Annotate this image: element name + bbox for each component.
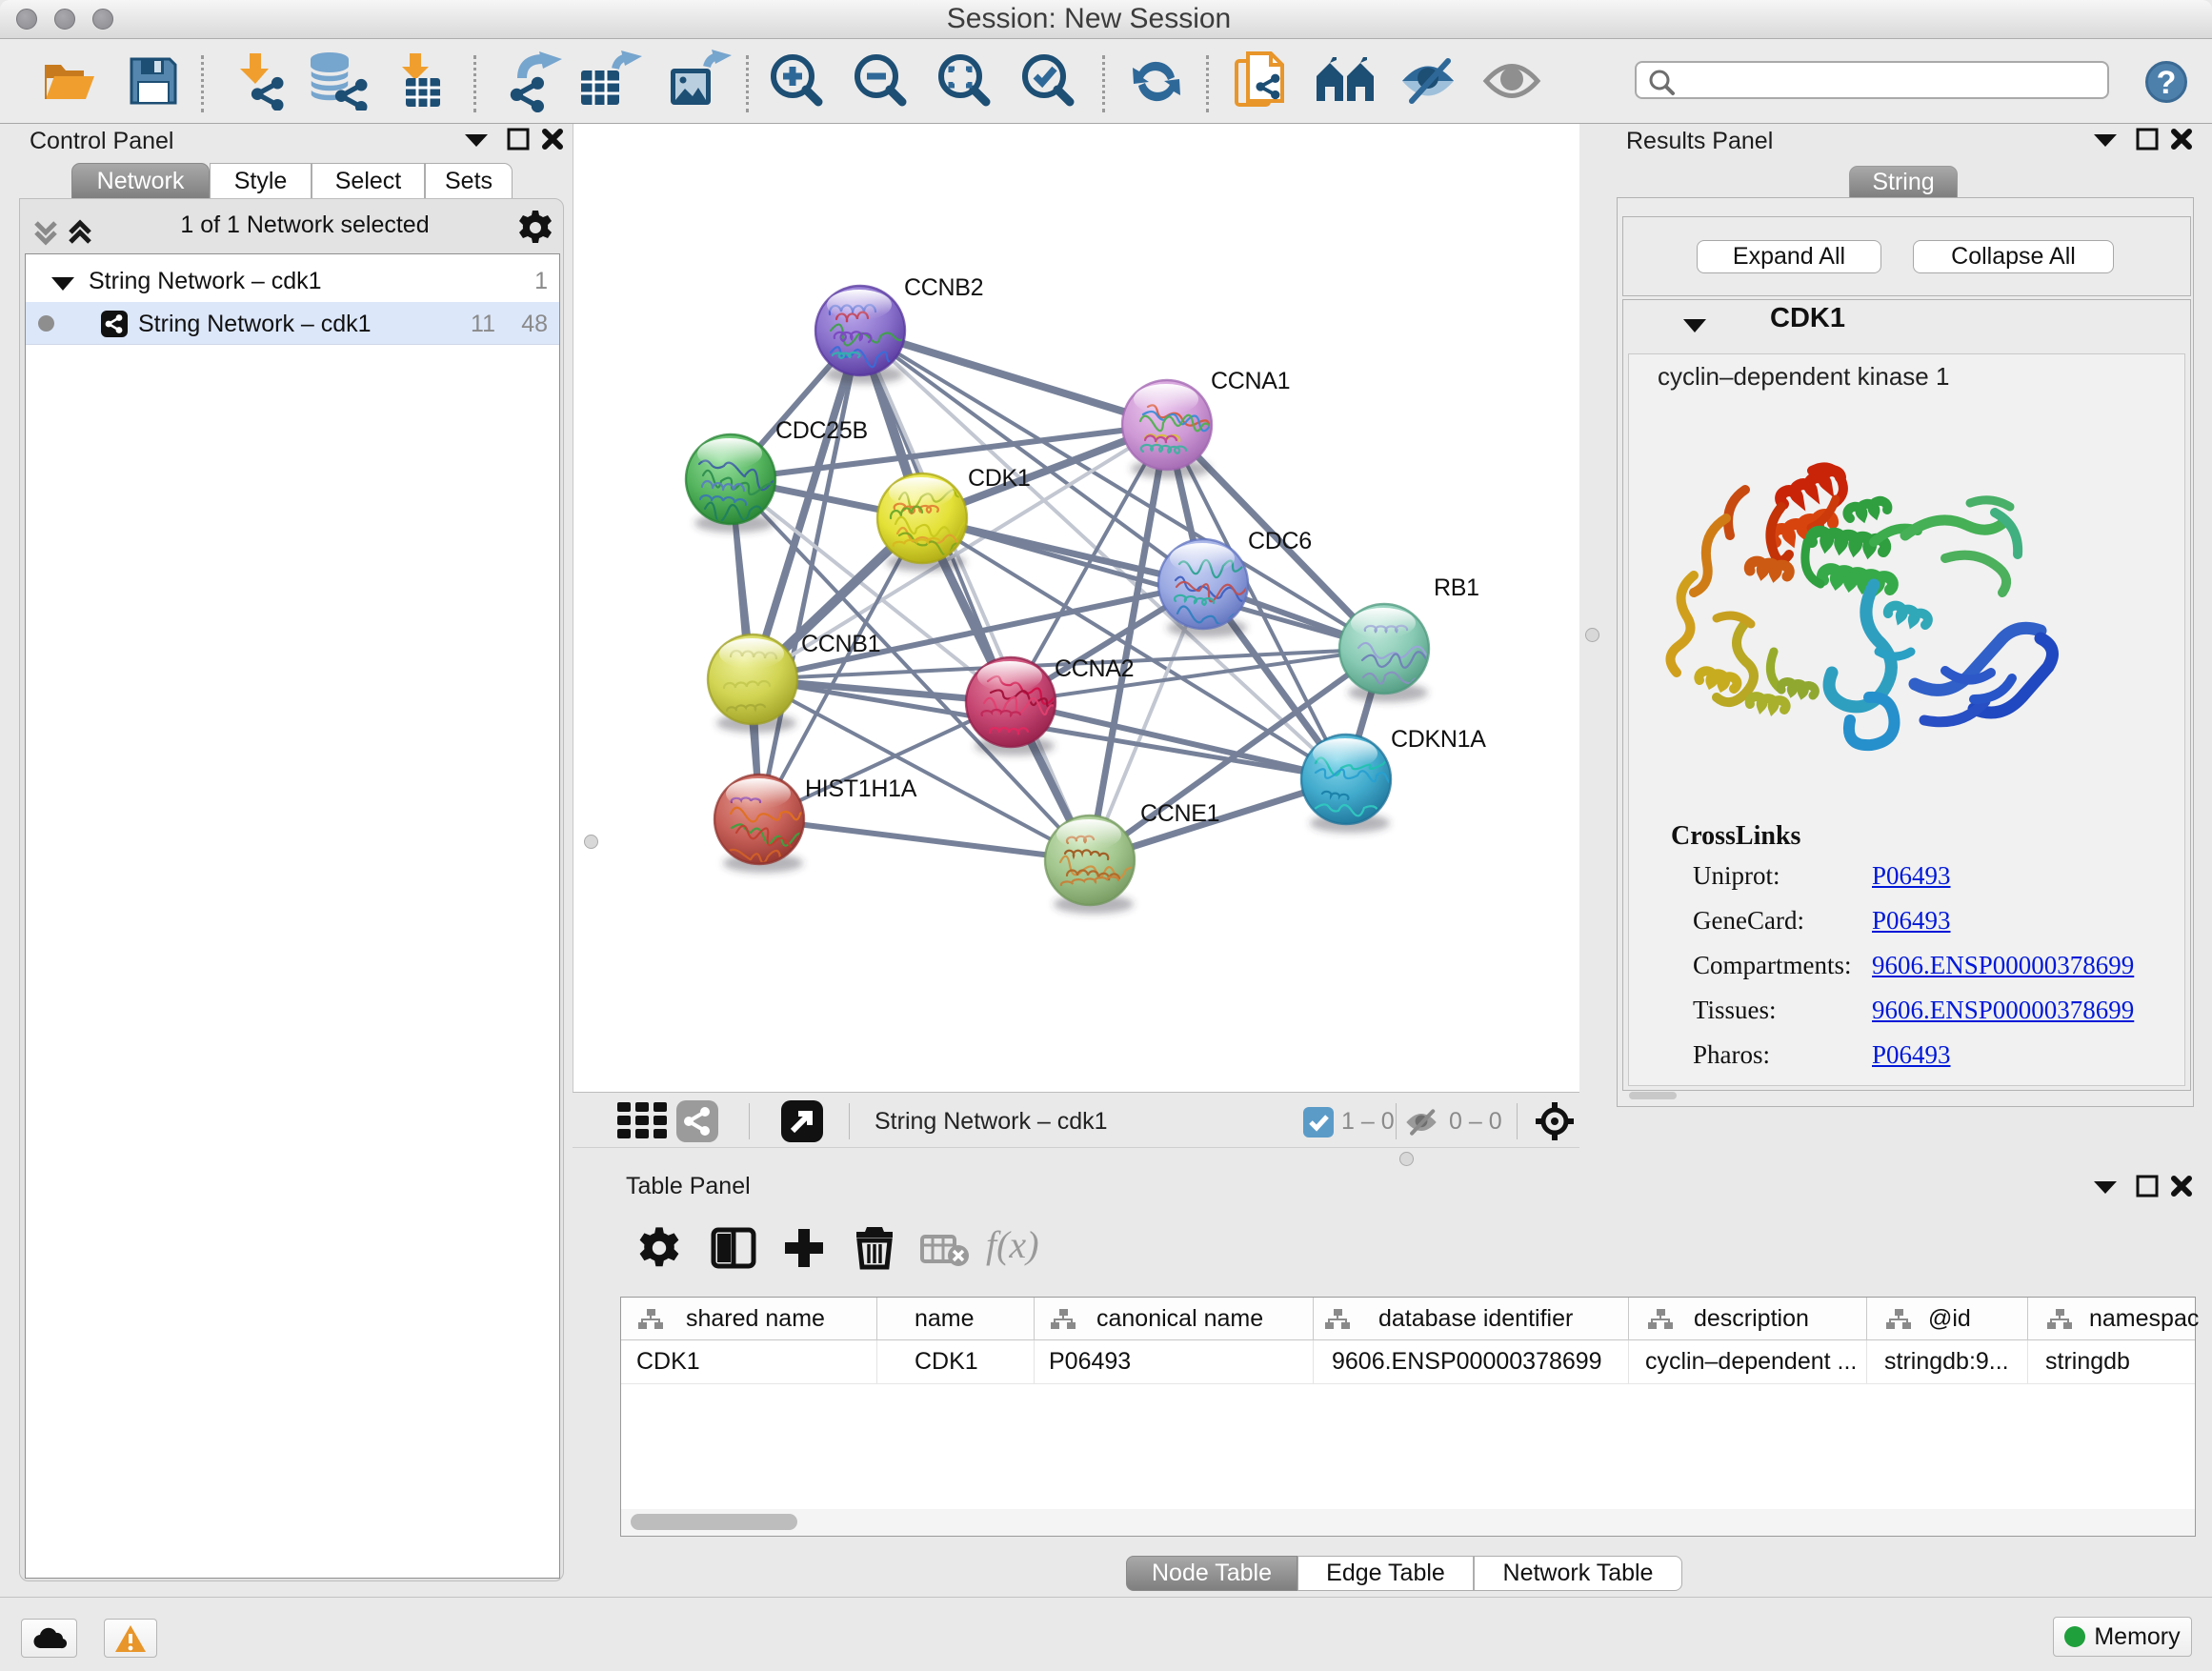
svg-text:CDC6: CDC6 [1248,528,1312,554]
svg-text:CCNB2: CCNB2 [904,274,983,301]
svg-text:CCNE1: CCNE1 [1140,800,1219,827]
svg-text:CDC25B: CDC25B [775,417,868,444]
svg-text:CCNA2: CCNA2 [1055,655,1134,682]
svg-text:HIST1H1A: HIST1H1A [805,775,917,802]
svg-text:CCNB1: CCNB1 [801,631,880,657]
svg-text:CDK1: CDK1 [968,465,1031,492]
svg-text:CDKN1A: CDKN1A [1391,726,1486,753]
svg-text:RB1: RB1 [1434,574,1479,601]
svg-text:CCNA1: CCNA1 [1211,368,1290,394]
